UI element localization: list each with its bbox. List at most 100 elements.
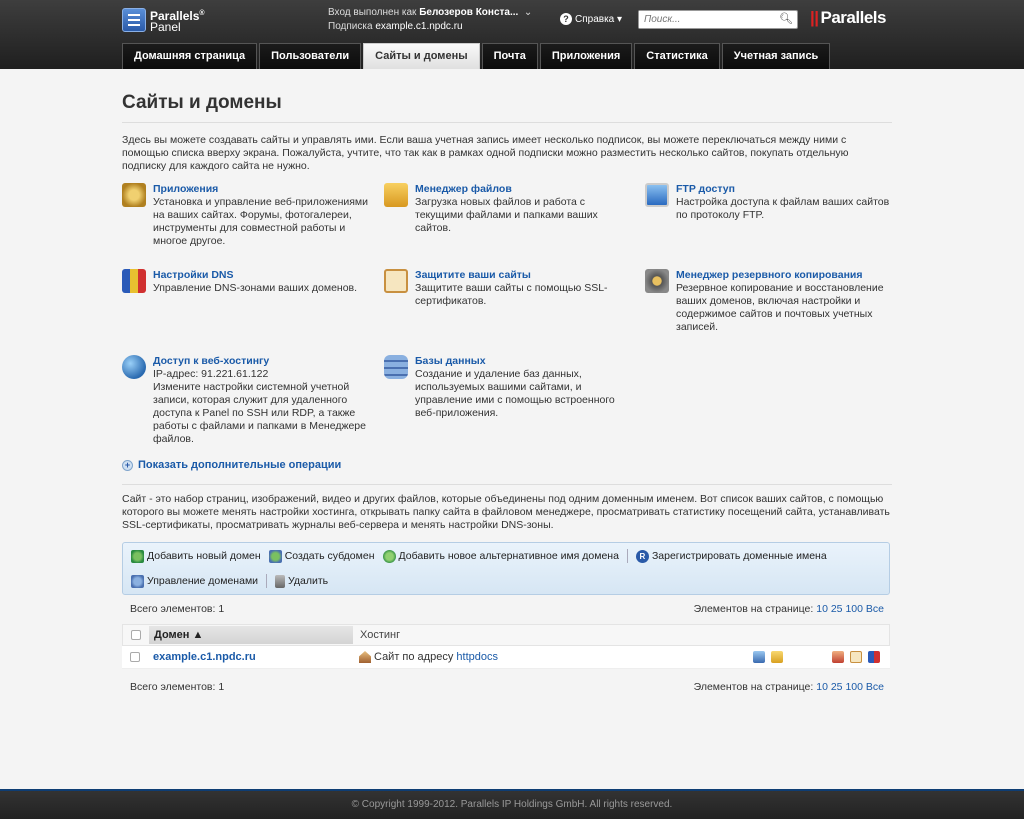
show-more-operations-link[interactable]: + Показать дополнительные операции <box>122 459 341 471</box>
tool-file-manager-link[interactable]: Менеджер файлов <box>415 183 634 196</box>
register-domains-button[interactable]: R Зарегистрировать доменные имена <box>635 549 827 563</box>
tool-applications-desc: Установка и управление веб-приложениями … <box>153 196 369 247</box>
per-page-10[interactable]: 10 <box>816 603 828 615</box>
copyright-text: © Copyright 1999-2012. Parallels IP Hold… <box>351 799 673 810</box>
main-tabs: Домашняя страница Пользователи Сайты и д… <box>122 43 832 69</box>
ssl-certificate-icon[interactable] <box>850 651 862 663</box>
logo-line2: Panel <box>150 19 181 34</box>
toolbar-separator <box>626 549 628 563</box>
trash-icon <box>275 574 286 588</box>
help-label: Справка <box>575 13 615 25</box>
parallels-bars-icon: || <box>810 8 819 27</box>
total-items: Всего элементов: 1 <box>130 681 225 693</box>
search-icon[interactable]: 🔍︎ <box>779 12 793 25</box>
page-title: Сайты и домены <box>122 92 892 123</box>
preview-monitor-icon[interactable] <box>753 651 765 663</box>
tool-databases-desc: Создание и удаление баз данных, использу… <box>415 368 615 419</box>
parallels-brand-logo: || Parallels <box>810 8 886 27</box>
parallels-panel-logo[interactable]: Parallels® Panel <box>122 8 205 34</box>
search-box: 🔍︎ <box>638 10 798 29</box>
row-checkbox[interactable] <box>130 652 140 662</box>
panel-logo-icon <box>122 8 146 32</box>
tool-hosting-access-desc: Измените настройки системной учетной зап… <box>153 381 366 445</box>
tool-applications: Приложения Установка и управление веб-пр… <box>122 183 372 248</box>
tab-mail[interactable]: Почта <box>481 43 538 69</box>
add-domain-icon <box>131 549 144 563</box>
add-domain-button[interactable]: Добавить новый домен <box>131 549 261 563</box>
chevron-down-icon: ▾ <box>614 13 623 25</box>
tool-dns-link[interactable]: Настройки DNS <box>153 269 372 282</box>
tool-backup-link[interactable]: Менеджер резервного копирования <box>676 269 895 282</box>
per-page-100[interactable]: 100 <box>845 681 863 693</box>
open-folder-icon[interactable] <box>771 651 783 663</box>
add-domain-alias-button[interactable]: Добавить новое альтернативное имя домена <box>382 549 619 563</box>
footer: © Copyright 1999-2012. Parallels IP Hold… <box>0 789 1024 819</box>
per-page-100[interactable]: 100 <box>845 603 863 615</box>
expand-plus-icon: + <box>122 459 133 471</box>
domain-link[interactable]: example.c1.npdc.ru <box>148 651 352 663</box>
page-intro: Здесь вы можете создавать сайты и управл… <box>122 134 849 172</box>
per-page-10[interactable]: 10 <box>816 681 828 693</box>
table-header: Домен ▲ Хостинг <box>122 624 890 646</box>
per-page-25[interactable]: 25 <box>831 681 843 693</box>
column-domain-sort[interactable]: Домен ▲ <box>149 626 353 644</box>
tool-ssl: Защитите ваши сайты Защитите ваши сайты … <box>384 269 634 308</box>
tool-file-manager-desc: Загрузка новых файлов и работа с текущим… <box>415 196 598 234</box>
total-items: Всего элементов: 1 <box>130 603 225 615</box>
per-page-all[interactable]: Все <box>866 603 884 615</box>
tool-ftp: FTP доступ Настройка доступа к файлам ва… <box>645 183 895 222</box>
tool-hosting-access-link[interactable]: Доступ к веб-хостингу <box>153 355 372 368</box>
per-page-all[interactable]: Все <box>866 681 884 693</box>
manage-domains-button[interactable]: Управление доменами <box>131 574 258 588</box>
user-name-menu[interactable]: Белозеров Конста... <box>419 7 518 18</box>
ftp-monitor-icon <box>645 183 669 207</box>
create-subdomain-button[interactable]: Создать субдомен <box>268 549 375 563</box>
manage-domains-icon <box>131 574 144 588</box>
domains-toolbar: Добавить новый домен Создать субдомен До… <box>122 542 890 595</box>
certificate-icon <box>384 269 408 293</box>
hosting-prefix: Сайт по адресу <box>374 651 454 663</box>
select-all-checkbox[interactable] <box>131 630 141 640</box>
chevron-down-icon[interactable]: ⌄ <box>521 7 532 18</box>
tab-home[interactable]: Домашняя страница <box>122 43 258 69</box>
subscription-label: Подписка <box>328 21 373 32</box>
tool-ftp-link[interactable]: FTP доступ <box>676 183 895 196</box>
search-input[interactable] <box>639 11 769 28</box>
folders-icon <box>384 183 408 207</box>
tool-applications-link[interactable]: Приложения <box>153 183 372 196</box>
tool-hosting-ip: IP-адрес: 91.221.61.122 <box>153 368 269 380</box>
subscription-selector[interactable]: example.c1.npdc.ru <box>375 21 462 32</box>
help-menu[interactable]: ? Справка ▾ <box>560 13 622 25</box>
per-page-label: Элементов на странице: <box>693 681 814 693</box>
statistics-icon[interactable] <box>832 651 844 663</box>
per-page-label: Элементов на странице: <box>693 603 814 615</box>
tab-applications[interactable]: Приложения <box>539 43 633 69</box>
logged-in-label: Вход выполнен как <box>328 7 417 18</box>
tab-websites-domains[interactable]: Сайты и домены <box>363 43 480 69</box>
list-count-bar-top: Всего элементов: 1 Элементов на странице… <box>130 603 884 615</box>
database-icon <box>384 355 408 379</box>
per-page-25[interactable]: 25 <box>831 603 843 615</box>
tab-users[interactable]: Пользователи <box>259 43 362 69</box>
logo-sup: ® <box>199 9 205 17</box>
add-subdomain-icon <box>268 549 282 563</box>
registered-icon: R <box>635 549 649 563</box>
tool-file-manager: Менеджер файлов Загрузка новых файлов и … <box>384 183 634 235</box>
tool-ftp-desc: Настройка доступа к файлам ваших сайтов … <box>676 196 890 221</box>
delete-button[interactable]: Удалить <box>275 574 328 588</box>
tool-backup: Менеджер резервного копирования Резервно… <box>645 269 895 334</box>
tool-dns-desc: Управление DNS-зонами ваших доменов. <box>153 282 358 294</box>
tab-statistics[interactable]: Статистика <box>634 43 720 69</box>
tool-ssl-link[interactable]: Защитите ваши сайты <box>415 269 634 282</box>
httpdocs-link[interactable]: httpdocs <box>456 651 498 663</box>
dns-flag-icon[interactable] <box>868 651 880 663</box>
safe-icon <box>645 269 669 293</box>
tool-databases-link[interactable]: Базы данных <box>415 355 634 368</box>
main-content: Сайты и домены Здесь вы можете создавать… <box>122 92 892 473</box>
list-count-bar-bottom: Всего элементов: 1 Элементов на странице… <box>130 681 884 693</box>
tool-backup-desc: Резервное копирование и восстановление в… <box>676 282 884 333</box>
tool-ssl-desc: Защитите ваши сайты с помощью SSL-сертиф… <box>415 282 608 307</box>
user-info: Вход выполнен как Белозеров Конста... ⌄ … <box>328 6 532 34</box>
tab-account[interactable]: Учетная запись <box>721 43 831 69</box>
tool-dns: Настройки DNS Управление DNS-зонами ваши… <box>122 269 372 295</box>
